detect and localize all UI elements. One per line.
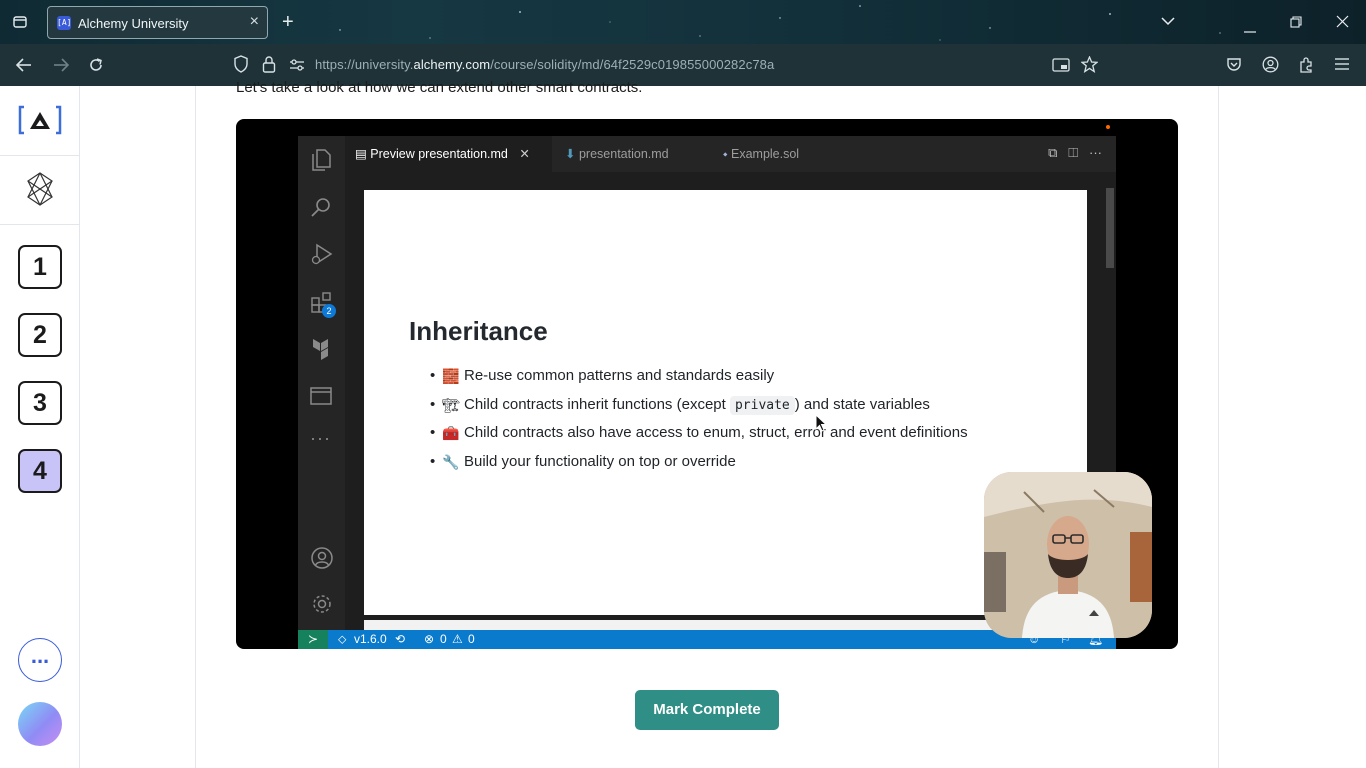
vscode-activity-bar: 2 ··· [298, 136, 345, 630]
presentation-slide: Inheritance • 🧱 Re-use common patterns an… [364, 190, 1087, 615]
bullet-text: Build your functionality on top or overr… [464, 453, 736, 471]
tab-title: Alchemy University [78, 16, 189, 31]
course-sidebar: 1 2 3 4 ... [0, 86, 80, 768]
bookmark-star-icon[interactable] [1080, 55, 1099, 78]
editor-tab-label: presentation.md [578, 147, 669, 161]
toolbox-icon: 🧰 [442, 425, 460, 442]
remote-indicator-icon: ≻ [298, 630, 328, 649]
minimize-icon[interactable] [1244, 20, 1256, 38]
error-count: 0 [440, 632, 447, 646]
split-editor-icon: ◫ [1068, 145, 1079, 160]
editor-tab-preview: ▤ Preview presentation.md ✕ [345, 136, 552, 172]
panel-layout-icon [310, 386, 332, 411]
restore-icon[interactable] [1290, 15, 1302, 33]
extensions-badge: 2 [322, 304, 336, 318]
accounts-icon [310, 546, 334, 575]
bricks-icon: 🧱 [442, 368, 460, 384]
vscode-status-bar: ≻ ⬦ v1.6.0 ⟲ ⊗ 0 ⚠ 0 ☺ ⚐ 🔔︎ [298, 630, 1116, 649]
solidity-file-icon: ⬩ [723, 147, 728, 161]
search-icon [310, 196, 332, 223]
permissions-icon[interactable] [289, 58, 305, 77]
more-actions-icon: ··· [1089, 145, 1102, 160]
editor-tab-solidity: ⬩ Example.sol [723, 136, 843, 172]
rail-divider [0, 224, 79, 225]
explorer-icon [310, 148, 332, 177]
step-button-3[interactable]: 3 [18, 381, 62, 425]
tab-list-chevron-icon[interactable] [1160, 14, 1176, 32]
menu-hamburger-icon[interactable] [1334, 57, 1350, 76]
warnings-icon: ⚠ [452, 632, 463, 646]
more-options-button[interactable]: ... [18, 638, 62, 682]
lesson-intro-text: Let's take a look at how we can extend o… [236, 79, 643, 96]
pocket-icon[interactable] [1226, 56, 1242, 77]
step-button-1[interactable]: 1 [18, 245, 62, 289]
slide-bullet: • 🧰 Child contracts also have access to e… [430, 422, 968, 451]
alchemy-favicon: [A] [57, 16, 71, 30]
preview-icon: ▤ [355, 147, 367, 161]
editor-tab-close-icon: ✕ [519, 147, 530, 161]
browser-nav-bar: https://university.alchemy.com/course/so… [0, 44, 1366, 86]
crane-icon: 🏗 [442, 396, 460, 413]
forward-arrow-icon[interactable] [52, 57, 70, 78]
more-views-icon: ··· [310, 428, 331, 448]
open-source-icon: ⧉ [1048, 145, 1058, 160]
run-debug-icon [310, 242, 334, 271]
terraform-icon [310, 336, 334, 365]
picture-in-picture-icon[interactable] [1052, 57, 1070, 78]
user-avatar[interactable] [18, 702, 62, 746]
bullet-text: ) and state variables [794, 395, 930, 413]
alchemy-logo[interactable] [18, 104, 62, 136]
rail-divider [0, 155, 79, 156]
extensions-icon[interactable] [1298, 56, 1315, 78]
slide-bullet-list: • 🧱 Re-use common patterns and standards … [430, 365, 968, 480]
editor-tab-markdown: ⬇ presentation.md [565, 136, 715, 172]
settings-gear-icon [310, 592, 334, 621]
warning-count: 0 [468, 632, 475, 646]
back-arrow-icon[interactable] [15, 57, 33, 78]
slide-bullet: • 🧱 Re-use common patterns and standards … [430, 365, 968, 394]
errors-icon: ⊗ [424, 632, 435, 646]
presenter-webcam [984, 472, 1152, 638]
editor-tab-label: Example.sol [731, 147, 800, 161]
vscode-editor-tabs: ▤ Preview presentation.md ✕ ⬇ presentati… [345, 136, 1116, 172]
browser-tab-active[interactable]: [A] Alchemy University × [47, 6, 268, 39]
slide-title: Inheritance [409, 316, 548, 346]
next-slide-edge [364, 620, 1087, 630]
tag-icon: ⬦ [338, 632, 347, 646]
editor-tab-actions: ⧉ ◫ ··· [1048, 145, 1102, 161]
bullet-text: Re-use common patterns and standards eas… [464, 367, 775, 384]
slide-bullet: • 🔧 Build your functionality on top or ov… [430, 451, 968, 480]
tracking-shield-icon[interactable] [233, 55, 249, 78]
sync-icon: ⟲ [395, 632, 406, 646]
mark-complete-button[interactable]: Mark Complete [635, 690, 779, 730]
lesson-video-player[interactable]: 2 ··· ▤ Preview presentation.md ✕ ⬇ pres… [236, 119, 1178, 649]
slide-bullet: • 🏗 Child contracts inherit functions (ex… [430, 394, 968, 423]
window-close-icon[interactable] [1336, 15, 1349, 33]
wrench-icon: 🔧 [442, 454, 460, 471]
editor-scrollbar [1106, 188, 1114, 268]
browser-tab-bar: [A] Alchemy University × + [0, 0, 1366, 44]
mouse-cursor-icon [815, 413, 828, 437]
bullet-text: Child contracts also have access to enum… [464, 424, 968, 442]
version-label: v1.6.0 [354, 632, 387, 646]
reload-icon[interactable] [88, 57, 104, 78]
editor-tab-label: Preview presentation.md [370, 147, 508, 161]
account-icon[interactable] [1262, 56, 1279, 78]
recording-indicator [1106, 125, 1110, 129]
video-vscode-frame: 2 ··· ▤ Preview presentation.md ✕ ⬇ pres… [298, 136, 1152, 649]
inline-code: private [729, 395, 795, 415]
ethereum-lattice-icon[interactable] [26, 172, 54, 211]
markdown-file-icon: ⬇ [565, 147, 576, 161]
tab-close-icon[interactable]: × [250, 13, 259, 31]
step-button-2[interactable]: 2 [18, 313, 62, 357]
step-button-4[interactable]: 4 [18, 449, 62, 493]
tab-overview-icon[interactable] [12, 14, 28, 35]
new-tab-icon[interactable]: + [282, 11, 294, 34]
address-bar-url[interactable]: https://university.alchemy.com/course/so… [315, 57, 774, 72]
lock-icon[interactable] [262, 55, 276, 78]
bullet-text: Child contracts inherit functions (excep… [464, 395, 730, 413]
